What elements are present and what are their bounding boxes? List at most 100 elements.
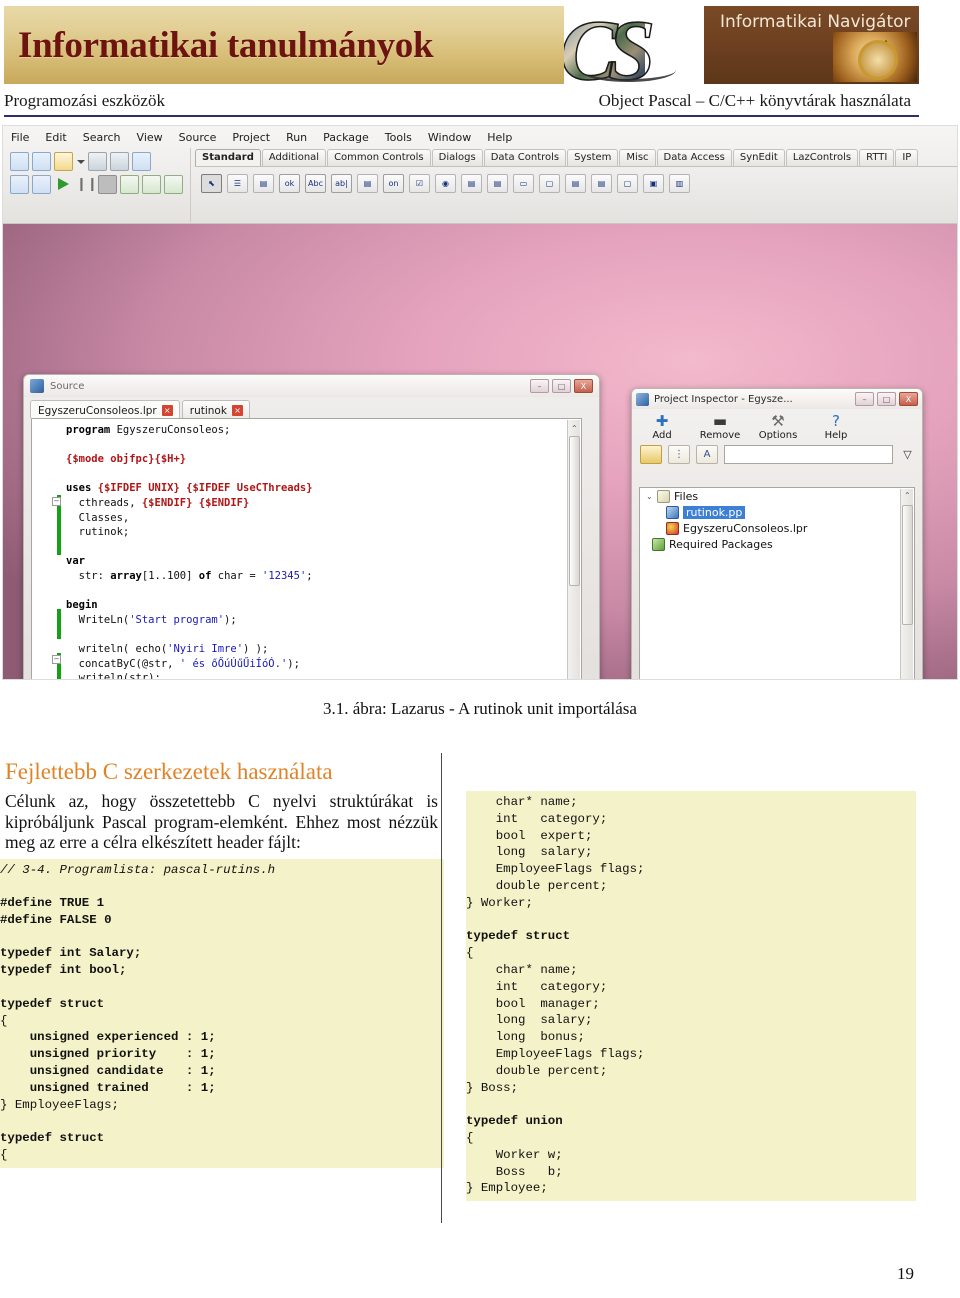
remove-button[interactable]: ▬ Remove [698, 413, 742, 442]
new-form-icon[interactable] [32, 152, 51, 171]
menu-item-window[interactable]: Window [428, 131, 471, 144]
sort-icon[interactable]: ⋮ [668, 445, 690, 464]
fold-uses-icon[interactable]: − [52, 497, 61, 506]
source-editor-tabstrip[interactable]: EgyszeruConsoleos.lpr × rutinok × [24, 397, 599, 418]
palette-tab-system[interactable]: System [567, 149, 619, 166]
close-button[interactable]: X [574, 379, 593, 393]
font-icon[interactable]: A [696, 445, 718, 464]
checkbox-icon[interactable]: ☑ [409, 173, 430, 193]
menu-item-project[interactable]: Project [232, 131, 270, 144]
toggle-form-unit-icon[interactable] [132, 152, 151, 171]
stop-icon[interactable] [98, 175, 117, 194]
source-tab-rutinok[interactable]: rutinok × [181, 400, 250, 418]
menu-item-view[interactable]: View [137, 131, 163, 144]
source-tab-lpr[interactable]: EgyszeruConsoleos.lpr × [30, 400, 180, 418]
maximize-button[interactable]: □ [552, 379, 571, 393]
code-left-line: { [0, 1013, 8, 1028]
tree-vertical-scrollbar[interactable]: ⌃ [900, 489, 913, 679]
step-out-icon[interactable] [164, 175, 183, 194]
menu-item-run[interactable]: Run [286, 131, 307, 144]
menu-item-help[interactable]: Help [487, 131, 512, 144]
step-into-icon[interactable] [120, 175, 139, 194]
palette-tab-additional[interactable]: Additional [261, 149, 327, 166]
project-inspector-titlebar[interactable]: Project Inspector - Egysze... – □ X [632, 389, 922, 409]
palette-tab-dialogs[interactable]: Dialogs [431, 149, 483, 166]
menu-bar[interactable]: File Edit Search View Source Project Run… [3, 126, 957, 148]
run-icon[interactable] [54, 175, 73, 194]
save-icon[interactable] [88, 152, 107, 171]
project-inspector-tree[interactable]: ⌄ Files rutinok.pp EgyszeruConsoleos.lpr… [639, 487, 915, 679]
minimize-button[interactable]: – [530, 379, 549, 393]
tactionlist-icon[interactable]: ▥ [669, 173, 690, 193]
tmainmenu-icon[interactable]: ☰ [227, 173, 248, 193]
folder-icon[interactable] [640, 445, 662, 464]
menu-item-file[interactable]: File [11, 131, 29, 144]
tcombobox-icon[interactable]: ▤ [487, 173, 508, 193]
menu-item-search[interactable]: Search [83, 131, 121, 144]
source-tab-rutinok-close-icon[interactable]: × [231, 405, 243, 416]
palette-tab-lazcontrols[interactable]: LazControls [785, 149, 859, 166]
palette-tab-strip[interactable]: Standard Additional Common Controls Dial… [195, 149, 957, 166]
save-all-icon[interactable] [110, 152, 129, 171]
scroll-up-icon[interactable]: ⌃ [571, 422, 578, 437]
tcheckgroup-icon[interactable]: ▤ [591, 173, 612, 193]
source-code-area[interactable]: − − program EgyszeruConsoleos; {$mode ob… [31, 418, 582, 679]
tpanel-icon[interactable]: ▢ [617, 173, 638, 193]
tpopupmenu-icon[interactable]: ▤ [253, 173, 274, 193]
pi-close-button[interactable]: X [899, 392, 918, 406]
menu-item-package[interactable]: Package [323, 131, 369, 144]
menu-item-source[interactable]: Source [179, 131, 217, 144]
new-icon[interactable] [10, 175, 29, 194]
tree-item-rutinok[interactable]: rutinok.pp [640, 504, 914, 520]
pointer-icon[interactable]: ⬉ [201, 173, 222, 193]
tscrollbar-icon[interactable]: ▭ [513, 173, 534, 193]
ttogglebox-icon[interactable]: on [383, 173, 404, 193]
tlistbox-icon[interactable]: ▤ [461, 173, 482, 193]
editor-vertical-scrollbar[interactable]: ⌃ ⌄ [567, 420, 580, 679]
filter-input[interactable] [724, 445, 893, 464]
palette-tab-rtti[interactable]: RTTI [859, 149, 895, 166]
tlabel-icon[interactable]: Abc [305, 173, 326, 193]
tradiogroup-icon[interactable]: ▤ [565, 173, 586, 193]
palette-tab-standard[interactable]: Standard [195, 149, 261, 166]
tree-scroll-up-icon[interactable]: ⌃ [904, 491, 911, 500]
palette-tab-synedit[interactable]: SynEdit [732, 149, 785, 166]
palette-tab-data-controls[interactable]: Data Controls [483, 149, 567, 166]
source-tab-lpr-close-icon[interactable]: × [161, 405, 173, 416]
pause-icon[interactable]: ❙❙ [76, 175, 98, 194]
tgroupbox-icon[interactable]: ▢ [539, 173, 560, 193]
project-inspector-app-icon [636, 392, 649, 406]
help-button[interactable]: ? Help [814, 413, 858, 442]
menu-item-tools[interactable]: Tools [385, 131, 412, 144]
palette-tab-data-access[interactable]: Data Access [656, 149, 732, 166]
palette-tab-ip[interactable]: IP [895, 149, 919, 166]
view-units-icon[interactable] [32, 175, 51, 194]
tree-item-files[interactable]: ⌄ Files [640, 488, 914, 504]
pi-maximize-button[interactable]: □ [877, 392, 896, 406]
step-over-icon[interactable] [142, 175, 161, 194]
fold-begin-icon[interactable]: − [52, 655, 61, 664]
tedit-icon[interactable]: ab| [331, 173, 352, 193]
new-unit-icon[interactable] [10, 152, 29, 171]
pi-minimize-button[interactable]: – [855, 392, 874, 406]
open-dropdown-icon[interactable] [76, 152, 85, 171]
tbutton-icon[interactable]: ok [279, 173, 300, 193]
tree-item-rutinok-label: rutinok.pp [683, 505, 746, 519]
tmemo-icon[interactable]: ▤ [357, 173, 378, 193]
palette-tab-common-controls[interactable]: Common Controls [327, 149, 431, 166]
options-button[interactable]: ⚒ Options [756, 413, 800, 442]
add-button[interactable]: ✚ Add [640, 413, 684, 442]
tree-item-lpr[interactable]: EgyszeruConsoleos.lpr [640, 520, 914, 536]
tree-vscroll-thumb[interactable] [902, 505, 913, 625]
radio-icon[interactable]: ◉ [435, 173, 456, 193]
tframe-icon[interactable]: ▣ [643, 173, 664, 193]
source-editor-titlebar[interactable]: Source – □ X [24, 375, 599, 397]
editor-vscroll-thumb[interactable] [569, 436, 580, 586]
palette-tab-misc[interactable]: Misc [619, 149, 656, 166]
clear-filter-icon[interactable]: ▽ [899, 446, 916, 463]
chevron-down-icon[interactable]: ⌄ [646, 492, 657, 501]
tree-item-required-packages[interactable]: Required Packages [640, 536, 914, 552]
menu-item-edit[interactable]: Edit [45, 131, 66, 144]
open-file-icon[interactable] [54, 152, 73, 171]
